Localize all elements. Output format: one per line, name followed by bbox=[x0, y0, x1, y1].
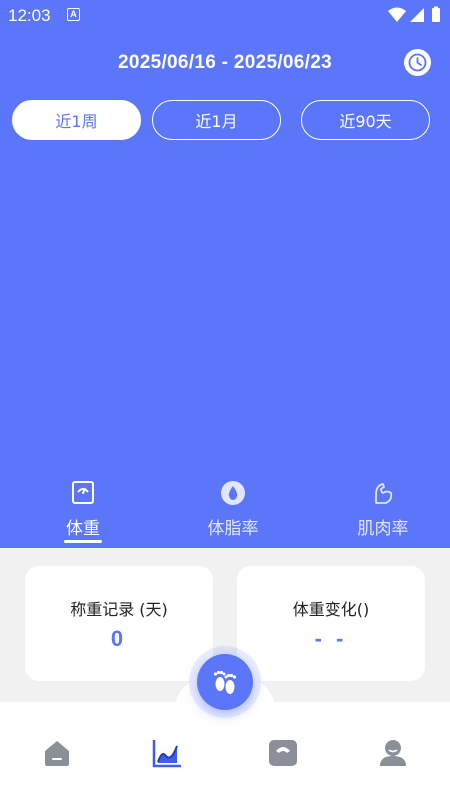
app-notification-icon: A bbox=[67, 8, 80, 21]
nav-chart[interactable] bbox=[152, 738, 182, 768]
record-days-value: 0 bbox=[110, 626, 128, 651]
tab-month-label: 近1月 bbox=[195, 112, 238, 131]
tab-body-fat-label: 体脂率 bbox=[207, 519, 259, 539]
tab-weight[interactable]: 体重 bbox=[48, 476, 118, 548]
drop-icon bbox=[221, 481, 245, 505]
date-range-label: 2025/06/16 - 2025/06/23 bbox=[118, 52, 332, 73]
tab-week[interactable]: 近1周 bbox=[12, 100, 141, 140]
weight-change-value: - - bbox=[314, 626, 348, 651]
tab-body-fat[interactable]: 体脂率 bbox=[192, 476, 274, 548]
scale-device-icon bbox=[269, 740, 297, 766]
signal-icon bbox=[410, 8, 424, 22]
battery-icon bbox=[432, 8, 440, 22]
tab-month[interactable]: 近1月 bbox=[152, 100, 281, 140]
metric-tabs: 体重 体脂率 肌肉率 bbox=[0, 476, 450, 548]
tab-90-days[interactable]: 近90天 bbox=[301, 100, 430, 140]
clock-icon bbox=[408, 53, 427, 72]
record-weight-fab[interactable] bbox=[197, 654, 253, 710]
tab-muscle-label: 肌肉率 bbox=[357, 519, 409, 539]
muscle-icon bbox=[375, 483, 393, 504]
status-time: 12:03 bbox=[8, 6, 51, 25]
tab-muscle[interactable]: 肌肉率 bbox=[342, 476, 424, 548]
wifi-icon bbox=[388, 7, 406, 22]
status-bar: 12:03 A bbox=[0, 0, 450, 32]
weight-change-card: 体重变化() - - bbox=[237, 566, 425, 681]
home-icon bbox=[45, 741, 69, 766]
profile-icon bbox=[380, 740, 406, 766]
record-days-title: 称重记录 (天) bbox=[70, 600, 168, 619]
system-status-icons bbox=[388, 6, 440, 22]
header-panel bbox=[0, 0, 450, 548]
clock-button[interactable] bbox=[404, 49, 431, 76]
chart-icon bbox=[152, 740, 181, 768]
record-days-card: 称重记录 (天) 0 bbox=[25, 566, 213, 681]
footprints-icon bbox=[213, 670, 237, 694]
nav-profile[interactable] bbox=[378, 738, 408, 768]
active-tab-indicator bbox=[64, 540, 102, 543]
tab-weight-label: 体重 bbox=[66, 519, 100, 539]
nav-scale[interactable] bbox=[268, 738, 298, 768]
weight-change-title: 体重变化() bbox=[292, 600, 370, 619]
tab-week-label: 近1周 bbox=[55, 112, 98, 131]
scale-icon bbox=[72, 481, 94, 504]
range-tabs: 近1周 近1月 近90天 bbox=[0, 100, 450, 140]
tab-90-days-label: 近90天 bbox=[339, 112, 392, 131]
nav-home[interactable] bbox=[42, 738, 72, 768]
